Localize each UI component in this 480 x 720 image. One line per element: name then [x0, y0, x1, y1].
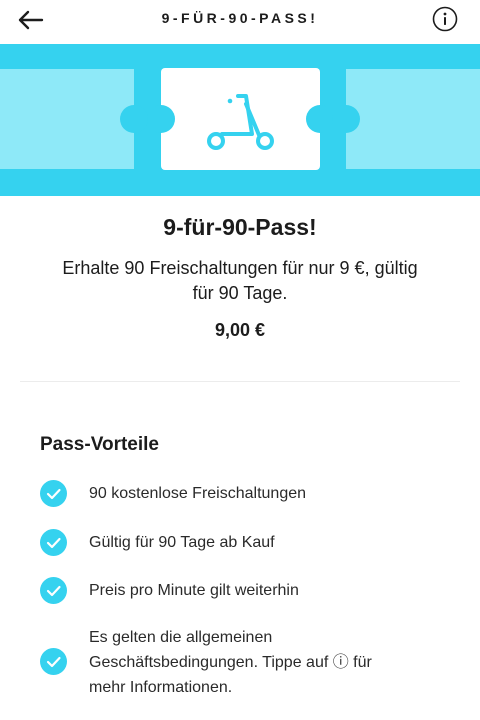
checkmark-icon [40, 529, 67, 556]
pass-banner [0, 44, 480, 196]
info-button[interactable] [432, 6, 458, 32]
pass-description: Erhalte 90 Freischaltungen für nur 9 €, … [30, 256, 450, 306]
ticket-illustration [0, 44, 480, 196]
checkmark-icon [40, 577, 67, 604]
checkmark-icon [40, 648, 67, 675]
pass-description-line: Erhalte 90 Freischaltungen für nur 9 €, … [62, 258, 418, 278]
benefit-text-line: mehr Informationen. [89, 679, 233, 696]
pass-title: 9-für-90-Pass! [163, 214, 317, 240]
pass-price: 9,00 € [214, 320, 266, 340]
page-title: 9-FÜR-90-PASS! [161, 10, 319, 26]
benefit-text: Gültig für 90 Tage ab Kauf [89, 534, 275, 551]
info-circle-icon [432, 6, 458, 32]
divider [20, 381, 460, 382]
benefit-text-line: Geschäftsbedingungen. Tippe auf ⓘ für [89, 654, 372, 671]
benefits-heading: Pass-Vorteile [40, 434, 159, 455]
header-bar: 9-FÜR-90-PASS! [0, 0, 480, 44]
benefit-text: Preis pro Minute gilt weiterhin [89, 582, 299, 599]
benefit-text: 90 kostenlose Freischaltungen [89, 485, 307, 502]
benefit-text-line: Es gelten die allgemeinen [89, 629, 273, 646]
pass-description-line: für 90 Tage. [192, 283, 288, 303]
benefit-text: Es gelten die allgemeinen Geschäftsbedin… [89, 625, 372, 700]
checkmark-icon [40, 480, 67, 507]
